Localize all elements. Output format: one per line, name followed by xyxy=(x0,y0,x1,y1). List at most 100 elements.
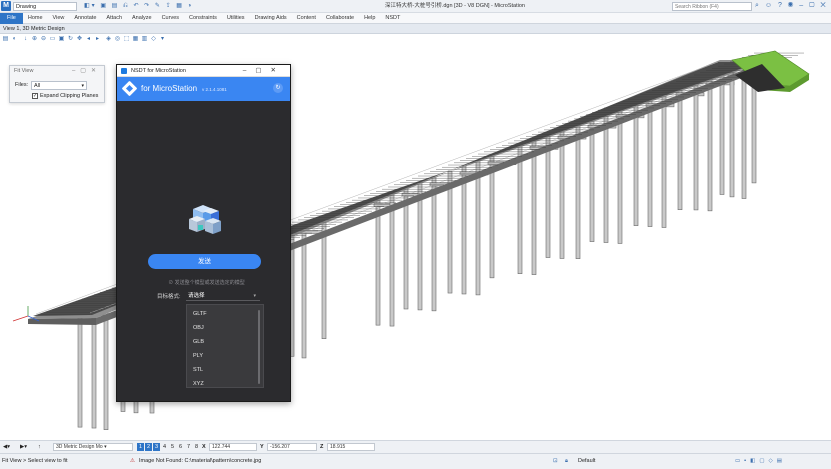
view-button-5[interactable]: 5 xyxy=(169,443,176,451)
display-style-icon[interactable]: ▦ xyxy=(132,36,139,43)
files-select-value: All xyxy=(34,83,41,89)
view-rotation-icon[interactable]: ◈ xyxy=(105,36,112,43)
nav-forward-icon[interactable]: ▶▾ xyxy=(20,443,27,451)
snap-icon[interactable]: ⊡ xyxy=(553,457,558,465)
tab-annotate[interactable]: Annotate xyxy=(69,13,101,24)
expand-clipping-checkbox[interactable]: ✓ xyxy=(32,93,38,99)
render-mode-icon[interactable]: ◐ xyxy=(11,36,18,43)
format-option-gltf[interactable]: GLTF xyxy=(193,310,207,318)
zoom-out-icon[interactable]: ⊖ xyxy=(40,36,47,43)
bridge-pier xyxy=(545,134,551,258)
format-dropdown: GLTF OBJ GLB PLY STL XYZ xyxy=(186,304,264,388)
camera-icon[interactable]: ◎ xyxy=(114,36,121,43)
window-area-icon[interactable]: ▭ xyxy=(49,36,56,43)
y-label: Y xyxy=(260,444,264,450)
nsdt-app-icon xyxy=(121,68,127,74)
bridge-pier xyxy=(707,75,713,212)
bridge-pier xyxy=(461,165,467,295)
tab-drawing-aids[interactable]: Drawing Aids xyxy=(250,13,292,24)
tab-utilities[interactable]: Utilities xyxy=(222,13,250,24)
view-settings-icon[interactable]: ◇ xyxy=(150,36,157,43)
bridge-pier xyxy=(489,155,495,279)
pan-view-icon[interactable]: ✥ xyxy=(76,36,83,43)
bridge-pier xyxy=(693,80,699,211)
nav-back-icon[interactable]: ◀▾ xyxy=(3,443,10,451)
dropdown-scrollbar[interactable] xyxy=(258,310,260,384)
tab-analyze[interactable]: Analyze xyxy=(127,13,157,24)
view-button-6[interactable]: 6 xyxy=(177,443,184,451)
app-logo[interactable]: M xyxy=(1,1,11,11)
status-tray-icons[interactable]: ▭▪◧▢◇▤ xyxy=(735,457,786,465)
tab-nsdt[interactable]: NSDT xyxy=(380,13,405,24)
status-message: Image Not Found: C:\material\pattern\con… xyxy=(139,458,262,464)
view-menu-icon[interactable]: ▾ xyxy=(159,36,166,43)
clip-volume-icon[interactable]: ⬚ xyxy=(123,36,130,43)
format-option-obj[interactable]: OBJ xyxy=(193,324,204,332)
send-button[interactable]: 发送 xyxy=(148,254,261,269)
bridge-pier xyxy=(531,139,537,275)
zoom-in-icon[interactable]: ⊕ xyxy=(31,36,38,43)
tab-home[interactable]: Home xyxy=(23,13,48,24)
rotate-view-icon[interactable]: ↻ xyxy=(67,36,74,43)
tab-help[interactable]: Help xyxy=(359,13,380,24)
view-button-3[interactable]: 3 xyxy=(153,443,160,451)
nsdt-brand: for MicroStation xyxy=(141,84,198,93)
x-coordinate-field[interactable]: 122.744 xyxy=(209,443,257,451)
bridge-pier xyxy=(633,102,639,226)
tab-attach[interactable]: Attach xyxy=(101,13,127,24)
tab-curves[interactable]: Curves xyxy=(157,13,184,24)
view-combo[interactable]: 3D Metric Design Mo ▾ xyxy=(53,443,133,451)
bridge-pier xyxy=(647,97,653,227)
cube-illustration-icon xyxy=(185,201,225,237)
view-button-8[interactable]: 8 xyxy=(193,443,200,451)
quick-access-toolbar-icons[interactable]: ◧▾ ▣ ▤ ⎌ ↶ ↷ ✎ ⇪ ▦ ◑ xyxy=(84,2,193,11)
format-option-ply[interactable]: PLY xyxy=(193,352,203,360)
active-level[interactable]: Default xyxy=(578,457,595,465)
view-attributes-icon[interactable]: ▤ xyxy=(2,36,9,43)
view-button-7[interactable]: 7 xyxy=(185,443,192,451)
format-option-stl[interactable]: STL xyxy=(193,366,203,374)
update-view-icon[interactable]: ↓ xyxy=(22,36,29,43)
target-format-select[interactable]: 请选择 ▾ xyxy=(186,292,260,301)
nsdt-version: v 2.1.4.1081 xyxy=(202,87,227,92)
saved-views-icon[interactable]: ▥ xyxy=(141,36,148,43)
view-button-2[interactable]: 2 xyxy=(145,443,152,451)
view-previous-icon[interactable]: ◂ xyxy=(85,36,92,43)
chevron-down-icon: ▾ xyxy=(81,83,84,89)
nsdt-window-title: NSDT for MicroStation xyxy=(131,68,186,74)
status-bar xyxy=(0,453,831,469)
tab-view[interactable]: View xyxy=(48,13,70,24)
y-coordinate-field[interactable]: -156.207 xyxy=(267,443,317,451)
tab-content[interactable]: Content xyxy=(292,13,321,24)
bridge-pier xyxy=(559,129,565,259)
view-title: View 1, 3D Metric Design xyxy=(3,26,65,32)
bridge-pier xyxy=(729,67,735,198)
view-button-4[interactable]: 4 xyxy=(161,443,168,451)
tab-file[interactable]: File xyxy=(0,13,23,24)
workspace-selector[interactable]: Drawing xyxy=(13,2,77,11)
tab-constraints[interactable]: Constraints xyxy=(184,13,222,24)
z-coordinate-field[interactable]: 18.915 xyxy=(327,443,375,451)
bridge-pier xyxy=(719,71,725,195)
fit-view-window-controls[interactable]: –▢✕ xyxy=(72,67,101,74)
files-label: Files: xyxy=(15,82,29,88)
tab-collaborate[interactable]: Collaborate xyxy=(321,13,359,24)
refresh-icon[interactable]: ↻ xyxy=(273,83,283,93)
fit-view-dialog: Fit View –▢✕ Files: All ▾ ✓ Expand Clipp… xyxy=(9,65,105,103)
files-select[interactable]: All ▾ xyxy=(31,81,87,90)
nsdt-window-controls[interactable]: –▢✕ xyxy=(243,66,285,75)
search-ribbon-input[interactable]: Search Ribbon (F4) xyxy=(672,2,752,11)
bridge-pier xyxy=(603,113,609,243)
z-label: Z xyxy=(320,444,324,450)
nsdt-header: for MicroStation v 2.1.4.1081 ↻ xyxy=(117,77,290,101)
bridge-pier xyxy=(517,145,523,274)
lock-icon[interactable]: 🔒︎ xyxy=(565,457,568,465)
view-next-icon[interactable]: ▸ xyxy=(94,36,101,43)
fit-view-icon[interactable]: ▣ xyxy=(58,36,65,43)
window-control-icons[interactable]: ⌕ ☺ ? ◉ – ▢ ✕ xyxy=(755,1,828,11)
view-button-1[interactable]: 1 xyxy=(137,443,144,451)
document-title: 深江特大桥-大桩号引桥.dgn [3D - V8 DGN] - MicroSta… xyxy=(385,3,525,9)
nav-up-icon[interactable]: ↑ xyxy=(38,443,41,451)
format-option-xyz[interactable]: XYZ xyxy=(193,380,204,388)
format-option-glb[interactable]: GLB xyxy=(193,338,204,346)
